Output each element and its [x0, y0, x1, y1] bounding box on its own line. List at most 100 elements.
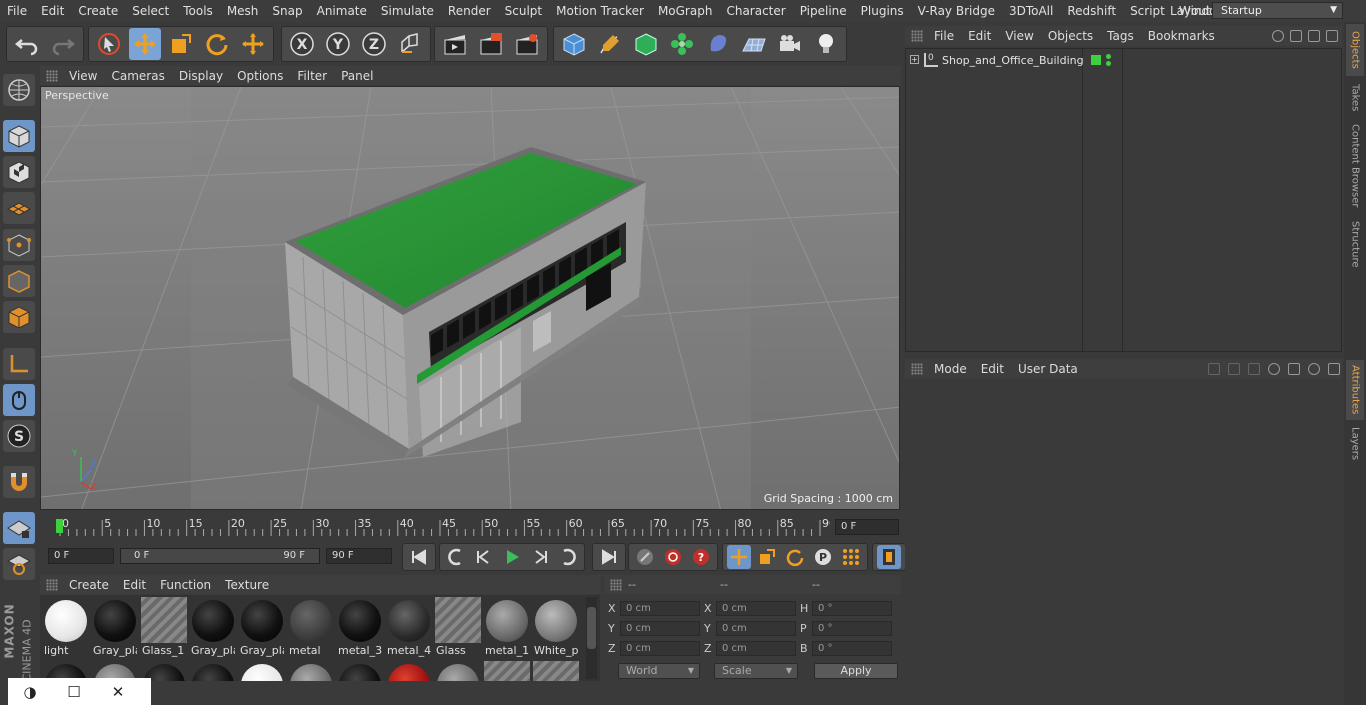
light-button[interactable]	[810, 28, 842, 60]
home-icon[interactable]	[1290, 30, 1302, 42]
end-frame-field[interactable]: 90 F	[326, 548, 392, 564]
transform-tool-button[interactable]	[237, 28, 269, 60]
maximize-icon[interactable]: ☐	[52, 683, 96, 701]
polygons-mode-button[interactable]	[3, 301, 35, 333]
move-tool-button[interactable]	[129, 28, 161, 60]
scrollbar-thumb[interactable]	[587, 607, 596, 649]
coordinate-mode-dropdown[interactable]: World ▼	[618, 663, 700, 679]
object-menu-objects[interactable]: Objects	[1041, 29, 1100, 43]
coord-position-field[interactable]: 0 cm	[620, 601, 700, 616]
viewport-menu-options[interactable]: Options	[230, 69, 290, 83]
snap-button[interactable]: S	[3, 420, 35, 452]
material-swatch[interactable]	[435, 661, 481, 681]
app-window-icon[interactable]: ◑	[8, 683, 52, 701]
timeline[interactable]: 0 5 10 15 20 25 30 35 40 45 50 55 60 65 70 75 80 85 90 0 F	[40, 512, 901, 540]
material-swatch[interactable]	[190, 661, 236, 681]
cloner-button[interactable]	[666, 28, 698, 60]
play-button[interactable]	[500, 545, 524, 569]
menu-tools[interactable]: Tools	[176, 0, 220, 22]
menu-character[interactable]: Character	[719, 0, 792, 22]
tab-layers[interactable]: Layers	[1346, 424, 1364, 464]
object-menu-tags[interactable]: Tags	[1100, 29, 1141, 43]
solo-button[interactable]	[3, 548, 35, 580]
coord-position-field[interactable]: 0 cm	[620, 621, 700, 636]
target-icon[interactable]	[1308, 363, 1320, 375]
menu-motion-tracker[interactable]: Motion Tracker	[549, 0, 651, 22]
menu-redshift[interactable]: Redshift	[1060, 0, 1123, 22]
record-active-objects-button[interactable]	[633, 545, 657, 569]
menu-create[interactable]: Create	[71, 0, 125, 22]
material-menu-function[interactable]: Function	[153, 578, 218, 592]
key-rotation-button[interactable]	[783, 545, 807, 569]
viewport-menu-display[interactable]: Display	[172, 69, 230, 83]
texture-mode-button[interactable]	[3, 156, 35, 188]
material-swatch[interactable]: Glass	[435, 597, 481, 657]
material-swatch[interactable]	[239, 661, 285, 681]
material-swatch[interactable]: metal	[288, 597, 334, 657]
close-icon[interactable]: ✕	[96, 683, 140, 701]
object-row[interactable]: + 0 Shop_and_Office_Building	[910, 52, 1340, 70]
up-arrow-icon[interactable]	[1248, 363, 1260, 375]
make-editable-button[interactable]	[3, 74, 35, 106]
menu-animate[interactable]: Animate	[310, 0, 374, 22]
undo-button[interactable]	[11, 28, 43, 60]
menu-simulate[interactable]: Simulate	[374, 0, 441, 22]
keyframe-selection-button[interactable]: ?	[689, 545, 713, 569]
menu-pipeline[interactable]: Pipeline	[793, 0, 854, 22]
scale-tool-button[interactable]	[165, 28, 197, 60]
deformer-button[interactable]	[702, 28, 734, 60]
viewport-menu-filter[interactable]: Filter	[290, 69, 334, 83]
menu-3dtoall[interactable]: 3DToAll	[1002, 0, 1060, 22]
material-swatch[interactable]: Glass_1	[141, 597, 187, 657]
back-icon[interactable]	[1308, 30, 1320, 42]
current-frame-field[interactable]: 0 F	[835, 519, 899, 535]
object-menu-edit[interactable]: Edit	[961, 29, 998, 43]
floor-environment-button[interactable]	[738, 28, 770, 60]
new-window-icon[interactable]	[1328, 363, 1340, 375]
menu-v-ray-bridge[interactable]: V-Ray Bridge	[911, 0, 1002, 22]
camera-button[interactable]	[774, 28, 806, 60]
expand-icon[interactable]: +	[910, 55, 919, 64]
points-mode-button[interactable]	[3, 229, 35, 261]
timeline-ruler[interactable]: 0 5 10 15 20 25 30 35 40 45 50 55 60 65 70 75 80 85 90	[48, 516, 830, 536]
object-menu-view[interactable]: View	[998, 29, 1040, 43]
cube-object-button[interactable]	[558, 28, 590, 60]
material-swatch[interactable]: Gray_pla	[92, 597, 138, 657]
viewport-menu-panel[interactable]: Panel	[334, 69, 380, 83]
material-swatch[interactable]	[386, 661, 432, 681]
menu-mesh[interactable]: Mesh	[220, 0, 266, 22]
material-swatch[interactable]: White_p	[533, 597, 579, 657]
visibility-layer-icon[interactable]	[1091, 55, 1101, 65]
render-picture-viewer-button[interactable]	[475, 28, 507, 60]
timeline-window-button[interactable]	[877, 545, 901, 569]
editor-visibility-dot[interactable]	[1106, 54, 1111, 59]
render-settings-button[interactable]	[511, 28, 543, 60]
x-axis-button[interactable]: X	[286, 28, 318, 60]
coord-position-field[interactable]: 0 cm	[620, 641, 700, 656]
coordinate-system-button[interactable]	[394, 28, 426, 60]
subdivision-surface-button[interactable]	[630, 28, 662, 60]
axis-mode-button[interactable]	[3, 348, 35, 380]
menu-snap[interactable]: Snap	[265, 0, 309, 22]
tab-content-browser[interactable]: Content Browser	[1346, 120, 1364, 212]
attribute-menu-user-data[interactable]: User Data	[1011, 362, 1085, 376]
forward-arrow-icon[interactable]	[1228, 363, 1240, 375]
back-arrow-icon[interactable]	[1208, 363, 1220, 375]
coord-size-field[interactable]: 0 cm	[716, 601, 796, 616]
workplane-button[interactable]	[3, 192, 35, 224]
menu-plugins[interactable]: Plugins	[854, 0, 911, 22]
workplane-lock-button[interactable]	[3, 512, 35, 544]
lock-icon[interactable]	[1288, 363, 1300, 375]
new-window-icon[interactable]	[1326, 30, 1338, 42]
attribute-menu-mode[interactable]: Mode	[927, 362, 974, 376]
previous-frame-button[interactable]	[472, 545, 496, 569]
material-swatch[interactable]	[484, 661, 530, 681]
menu-sculpt[interactable]: Sculpt	[498, 0, 549, 22]
apply-button[interactable]: Apply	[814, 663, 898, 679]
object-name[interactable]: Shop_and_Office_Building	[942, 54, 1084, 67]
coord-size-field[interactable]: 0 cm	[716, 641, 796, 656]
menu-render[interactable]: Render	[441, 0, 498, 22]
material-swatch[interactable]: Gray_pla	[239, 597, 285, 657]
material-menu-edit[interactable]: Edit	[116, 578, 153, 592]
rotate-tool-button[interactable]	[201, 28, 233, 60]
